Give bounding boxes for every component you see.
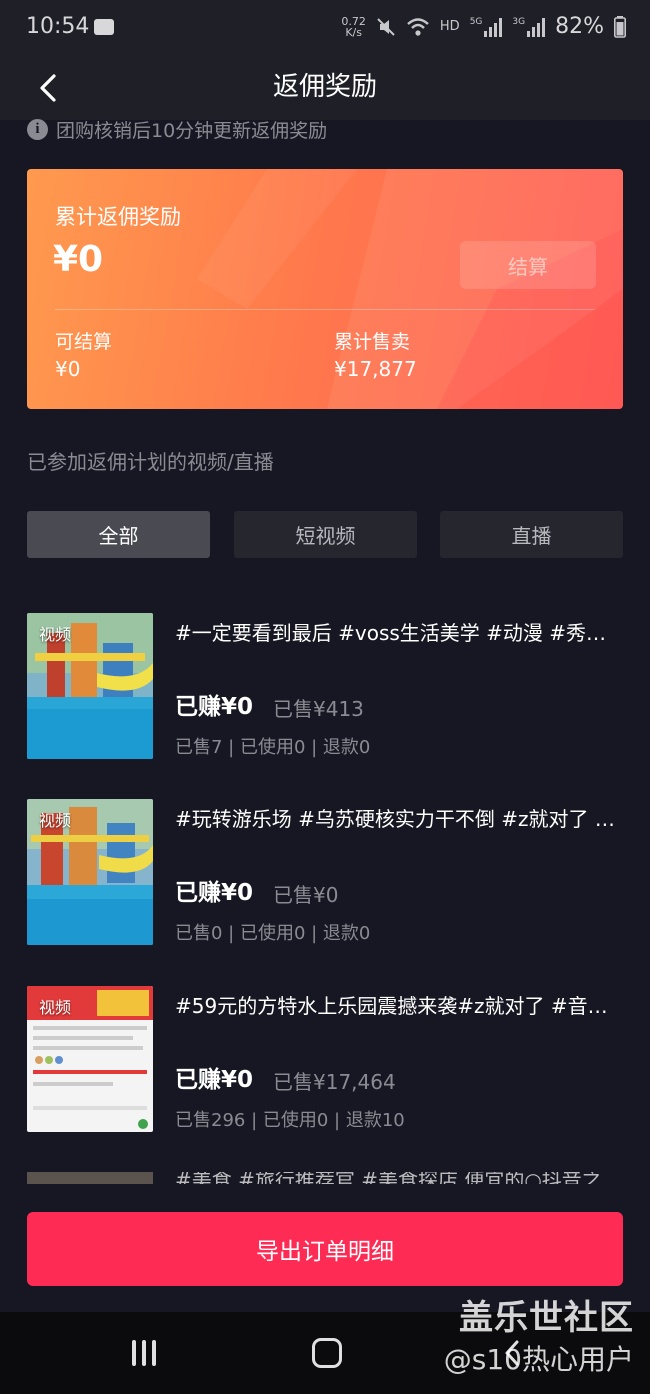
sales-label: 累计售卖	[334, 331, 411, 353]
total-reward-label: 累计返佣奖励	[55, 205, 181, 229]
video-thumbnail: 视频	[27, 613, 153, 759]
recent-apps-icon[interactable]	[132, 1340, 162, 1366]
battery-percent: 82%	[555, 14, 604, 39]
tab-all[interactable]: 全部	[27, 511, 210, 558]
header: 返佣奖励	[0, 56, 650, 120]
section-title: 已参加返佣计划的视频/直播	[27, 450, 274, 474]
net-speed: 0.72 K/s	[341, 14, 366, 39]
notice: i 团购核销后10分钟更新返佣奖励	[27, 116, 327, 142]
signal-icon: 5G	[470, 17, 503, 37]
wifi-icon	[407, 17, 429, 36]
status-bar: 10:54 0.72 K/s HD 5G 3G 82%	[0, 0, 650, 56]
tab-live[interactable]: 直播	[440, 511, 623, 558]
sales-value: ¥17,877	[334, 357, 417, 381]
video-thumbnail	[27, 1172, 153, 1184]
export-orders-button[interactable]: 导出订单明细	[27, 1212, 623, 1286]
list-item[interactable]: 视频 #一定要看到最后 #voss生活美学 #动漫 #秀出… 已赚¥0 已售¥4…	[27, 613, 623, 759]
signal-label-2: 3G	[512, 16, 526, 27]
item-earned: 已赚¥0	[175, 1067, 254, 1093]
mute-icon	[377, 17, 395, 36]
status-indicators: 0.72 K/s HD 5G 3G 82%	[341, 14, 626, 39]
item-title: #美食 #旅行推荐官 #美食探店 便宜的○抖音之	[175, 1172, 602, 1184]
item-title: #一定要看到最后 #voss生活美学 #动漫 #秀出…	[175, 621, 623, 645]
signal-icon-2: 3G	[512, 16, 546, 37]
notice-text: 团购核销后10分钟更新返佣奖励	[56, 119, 328, 142]
watermark-title: 盖乐世社区	[459, 1298, 634, 1338]
list-item-partial[interactable]: #美食 #旅行推荐官 #美食探店 便宜的○抖音之	[27, 1172, 623, 1184]
item-earned: 已赚¥0	[175, 880, 254, 906]
signal-label-1: 5G	[469, 16, 483, 27]
home-icon[interactable]	[312, 1338, 342, 1368]
item-sold-amount: 已售¥0	[273, 883, 339, 907]
tab-short-video[interactable]: 短视频	[234, 511, 417, 558]
item-stats: 已售0 | 已使用0 | 退款0	[175, 923, 371, 944]
message-icon	[94, 19, 114, 35]
settleable-value: ¥0	[55, 357, 81, 381]
settleable-label: 可结算	[55, 331, 113, 353]
item-stats: 已售7 | 已使用0 | 退款0	[175, 737, 371, 758]
card-divider	[55, 309, 595, 310]
total-reward-value: ¥0	[53, 239, 104, 280]
video-badge: 视频	[39, 625, 72, 644]
list-item[interactable]: 视频 #59元的方特水上乐园震撼来袭#z就对了 #音… 已赚¥0 已售¥17,4…	[27, 986, 623, 1132]
info-icon: i	[27, 118, 48, 140]
watermark-user: @s10热心用户	[443, 1343, 634, 1376]
settle-button[interactable]: 结算	[460, 241, 596, 289]
list-item[interactable]: 视频 #玩转游乐场 #乌苏硬核实力干不倒 #z就对了 … 已赚¥0 已售¥0 已…	[27, 799, 623, 945]
page-title: 返佣奖励	[272, 72, 377, 102]
hd-label: HD	[439, 19, 460, 34]
reward-card: 累计返佣奖励 ¥0 结算 可结算 ¥0 累计售卖 ¥17,877	[27, 169, 623, 409]
item-earned: 已赚¥0	[175, 694, 254, 720]
item-sold-amount: 已售¥17,464	[273, 1070, 396, 1094]
item-title: #玩转游乐场 #乌苏硬核实力干不倒 #z就对了 …	[175, 807, 615, 831]
video-thumbnail: 视频	[27, 799, 153, 945]
item-sold-amount: 已售¥413	[273, 697, 364, 721]
video-thumbnail: 视频	[27, 986, 153, 1132]
status-time: 10:54	[26, 14, 90, 39]
item-stats: 已售296 | 已使用0 | 退款10	[175, 1110, 405, 1131]
item-title: #59元的方特水上乐园震撼来袭#z就对了 #音…	[175, 994, 608, 1018]
battery-icon	[614, 15, 626, 38]
video-badge: 视频	[39, 998, 72, 1017]
video-badge: 视频	[39, 811, 72, 830]
